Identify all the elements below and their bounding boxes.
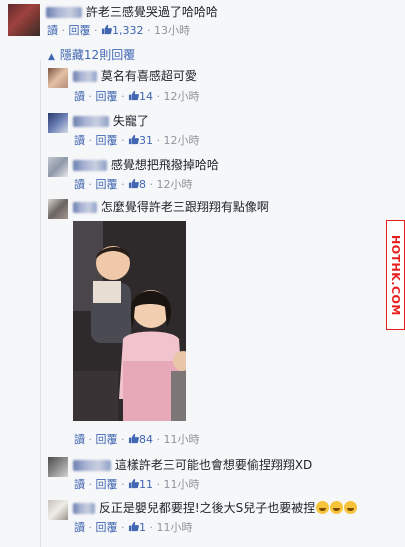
avatar[interactable] (48, 113, 68, 133)
comment-actions: 讀 · 回覆 · 14 · 12小時 (74, 90, 200, 103)
comment-body: 怎麼覺得許老三跟翔翔有點像啊 (100, 200, 269, 214)
comment-actions: 讀 · 回覆 · 8 · 12小時 (74, 178, 193, 191)
like-count[interactable]: 84 (139, 433, 153, 446)
comment-body: 許老三感覺哭過了哈哈哈 (85, 5, 218, 19)
timestamp: 13小時 (154, 24, 190, 37)
commenter-name[interactable] (46, 7, 82, 18)
reply-link[interactable]: 回覆 (69, 24, 91, 37)
reply-link[interactable]: 回覆 (96, 521, 118, 534)
commenter-name[interactable] (73, 71, 97, 82)
timestamp: 11小時 (163, 433, 200, 446)
hide-replies-label: 隱藏12則回覆 (59, 48, 136, 62)
comment-body: 失寵了 (112, 114, 149, 128)
comment-actions: 讀 · 回覆 · 11 · 11小時 (74, 478, 200, 491)
watermark-badge: HOTHK.COM (386, 220, 405, 330)
comment-text: 許老三感覺哭過了哈哈哈 (46, 4, 218, 20)
like-count[interactable]: 1,332 (112, 24, 144, 37)
avatar[interactable] (48, 68, 68, 88)
like-icon (128, 521, 139, 532)
hide-replies-link[interactable]: ▲ 隱藏12則回覆 (48, 46, 135, 63)
laughing-emoji-icon (316, 501, 330, 514)
avatar[interactable] (8, 4, 40, 36)
comment-body: 這樣許老三可能也會想要偷捏翔翔XD (114, 458, 313, 472)
commenter-name[interactable] (73, 503, 95, 514)
read-link[interactable]: 讀 (74, 90, 85, 103)
reply-link[interactable]: 回覆 (96, 433, 118, 446)
comment-body: 反正是嬰兒都要捏!之後大S兒子也要被捏 (98, 501, 316, 515)
commenter-name[interactable] (73, 116, 109, 127)
timestamp: 11小時 (156, 521, 193, 534)
comment-text: 怎麼覺得許老三跟翔翔有點像啊 (73, 199, 269, 215)
read-link[interactable]: 讀 (74, 478, 85, 491)
chevron-up-icon: ▲ (48, 52, 55, 62)
comment-actions: 讀 · 回覆 · 84 · 11小時 (74, 433, 200, 446)
reply-link[interactable]: 回覆 (96, 478, 118, 491)
reply-link[interactable]: 回覆 (96, 134, 118, 147)
like-icon (128, 433, 139, 444)
like-icon (128, 478, 139, 489)
timestamp: 11小時 (163, 478, 200, 491)
avatar[interactable] (48, 157, 68, 177)
like-count[interactable]: 8 (139, 178, 146, 191)
avatar[interactable] (48, 500, 68, 520)
avatar[interactable] (48, 199, 68, 219)
timestamp: 12小時 (156, 178, 193, 191)
watermark-text: HOTHK.COM (389, 234, 402, 316)
like-icon (128, 178, 139, 189)
comment-actions: 讀 · 回覆 · 1 · 11小時 (74, 521, 193, 534)
comment-text: 莫名有喜感超可愛 (73, 68, 197, 84)
read-link[interactable]: 讀 (74, 433, 85, 446)
thread-line (40, 60, 41, 547)
like-count[interactable]: 11 (139, 478, 153, 491)
comment-actions: 讀 · 回覆 · 1,332 · 13小時 (47, 24, 190, 37)
read-link[interactable]: 讀 (47, 24, 58, 37)
like-count[interactable]: 31 (139, 134, 153, 147)
like-icon (128, 134, 139, 145)
comment-text: 感覺想把飛撥掉哈哈 (73, 157, 219, 173)
like-icon (128, 90, 139, 101)
comment-body: 莫名有喜感超可愛 (100, 69, 197, 83)
timestamp: 12小時 (163, 134, 200, 147)
like-count[interactable]: 1 (139, 521, 146, 534)
read-link[interactable]: 讀 (74, 134, 85, 147)
comment-actions: 讀 · 回覆 · 31 · 12小時 (74, 134, 200, 147)
like-count[interactable]: 14 (139, 90, 153, 103)
avatar[interactable] (48, 457, 68, 477)
commenter-name[interactable] (73, 460, 111, 471)
comment-text: 失寵了 (73, 113, 149, 129)
reply-link[interactable]: 回覆 (96, 178, 118, 191)
comment-text: 這樣許老三可能也會想要偷捏翔翔XD (73, 457, 312, 473)
comment-photo[interactable] (73, 221, 186, 421)
children-photo-image (73, 221, 186, 421)
read-link[interactable]: 讀 (74, 178, 85, 191)
reply-link[interactable]: 回覆 (96, 90, 118, 103)
laughing-emoji-icon (344, 501, 358, 514)
comment-text: 反正是嬰兒都要捏!之後大S兒子也要被捏 (73, 500, 358, 516)
timestamp: 12小時 (163, 90, 200, 103)
commenter-name[interactable] (73, 202, 97, 213)
comment-body: 感覺想把飛撥掉哈哈 (110, 158, 219, 172)
like-icon (101, 24, 112, 35)
laughing-emoji-icon (330, 501, 344, 514)
commenter-name[interactable] (73, 160, 107, 171)
read-link[interactable]: 讀 (74, 521, 85, 534)
